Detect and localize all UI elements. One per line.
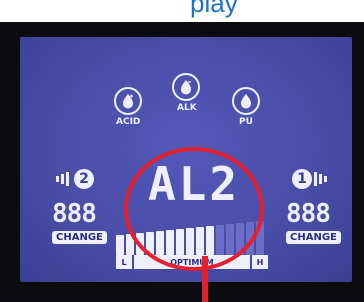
pu-mode-icon — [232, 87, 260, 115]
highlight-circle — [124, 147, 264, 271]
pu-label: PU — [239, 117, 253, 127]
highlight-pointer — [202, 256, 208, 302]
right-change-badge: CHANGE — [286, 231, 341, 244]
right-digits: 888 — [286, 199, 331, 229]
acid-mode-icon — [114, 87, 142, 115]
display-bezel: ACID ALK PU AL2 2 888 CHANGE 1 888 CHANG… — [0, 22, 364, 302]
alk-mode-icon — [172, 73, 200, 101]
scale-high-label: H — [252, 255, 268, 269]
water-drop-plus-icon — [123, 94, 133, 109]
level-bar-segment — [116, 235, 124, 255]
header-partial-text: play — [190, 0, 238, 18]
acid-label: ACID — [116, 117, 141, 127]
left-digits: 888 — [52, 199, 97, 229]
water-drop-minus-icon — [181, 80, 191, 95]
water-drop-icon — [241, 94, 251, 109]
lcd-screen: ACID ALK PU AL2 2 888 CHANGE 1 888 CHANG… — [20, 37, 352, 282]
alk-label: ALK — [177, 103, 197, 113]
scale-low-label: L — [116, 255, 132, 269]
left-unit-number: 2 — [74, 169, 94, 189]
right-unit-number: 1 — [292, 169, 312, 189]
left-speaker-icon — [56, 171, 74, 191]
left-change-badge: CHANGE — [52, 231, 107, 244]
right-speaker-icon — [314, 171, 332, 191]
